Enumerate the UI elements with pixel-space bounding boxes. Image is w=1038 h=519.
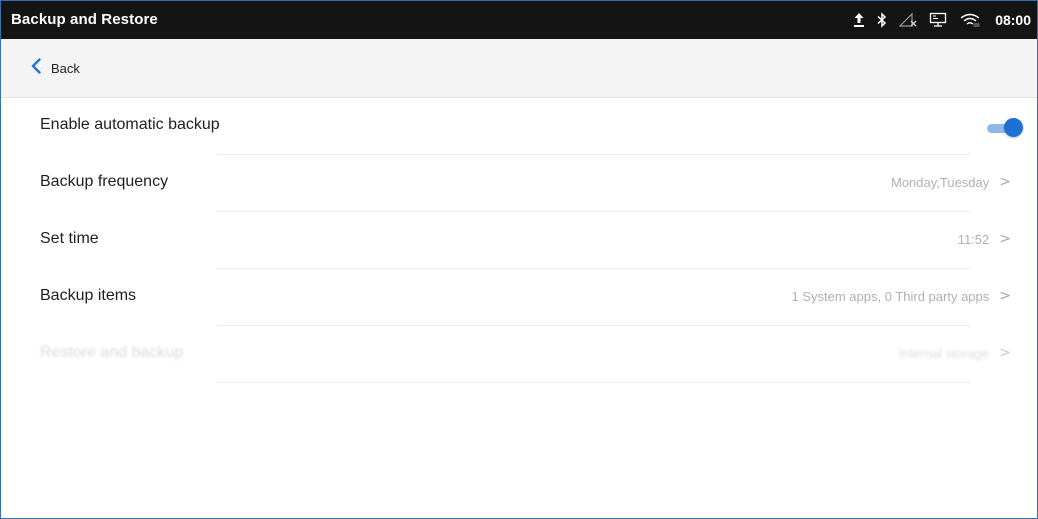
disabled-setting-value-group: Internal storage > xyxy=(899,345,1011,361)
status-bar: Backup and Restore 08:00 xyxy=(1,1,1037,39)
disabled-setting-value: Internal storage xyxy=(898,345,990,361)
disabled-setting-label: Restore and backup xyxy=(40,344,184,361)
navigation-bar: Back xyxy=(1,39,1037,98)
backup-frequency-label: Backup frequency xyxy=(40,173,169,190)
backup-frequency-value-group: Monday,Tuesday > xyxy=(891,174,1011,190)
backup-frequency-row[interactable]: Backup frequency Monday,Tuesday > xyxy=(1,155,1037,212)
no-network-icon xyxy=(899,12,917,28)
backup-frequency-value: Monday,Tuesday xyxy=(890,174,990,190)
bluetooth-icon xyxy=(877,12,887,28)
divider xyxy=(217,382,971,383)
disabled-setting-row: Restore and backup Internal storage > xyxy=(1,326,1037,383)
upload-icon xyxy=(853,12,865,28)
auto-backup-row[interactable]: Enable automatic backup xyxy=(1,98,1037,155)
back-button[interactable]: Back xyxy=(31,55,80,81)
chevron-right-icon: > xyxy=(999,174,1011,190)
screen-frame: Backup and Restore 08:00 Back Enable aut… xyxy=(0,0,1038,519)
set-time-value-group: 11:52 > xyxy=(958,231,1011,247)
chevron-right-icon: > xyxy=(999,231,1011,247)
clock: 08:00 xyxy=(995,12,1031,28)
back-label: Back xyxy=(51,60,80,76)
set-time-value: 11:52 xyxy=(957,231,990,247)
chevron-left-icon xyxy=(31,57,41,79)
backup-items-value: 1 System apps, 0 Third party apps xyxy=(791,288,990,304)
toggle-knob xyxy=(1004,118,1023,137)
set-time-row[interactable]: Set time 11:52 > xyxy=(1,212,1037,269)
backup-items-value-group: 1 System apps, 0 Third party apps > xyxy=(792,288,1011,304)
window-title: Backup and Restore xyxy=(11,11,158,28)
chevron-right-icon: > xyxy=(999,288,1011,304)
status-icons: 08:00 xyxy=(853,9,1031,31)
set-time-label: Set time xyxy=(40,230,99,247)
auto-backup-label: Enable automatic backup xyxy=(40,116,220,133)
auto-backup-toggle[interactable] xyxy=(983,118,1023,138)
backup-items-label: Backup items xyxy=(40,287,137,304)
wifi-icon xyxy=(959,12,981,28)
chevron-right-icon: > xyxy=(999,345,1011,361)
backup-items-row[interactable]: Backup items 1 System apps, 0 Third part… xyxy=(1,269,1037,326)
settings-list: Enable automatic backup Backup frequency… xyxy=(1,98,1037,383)
screen-cast-icon xyxy=(929,12,947,28)
